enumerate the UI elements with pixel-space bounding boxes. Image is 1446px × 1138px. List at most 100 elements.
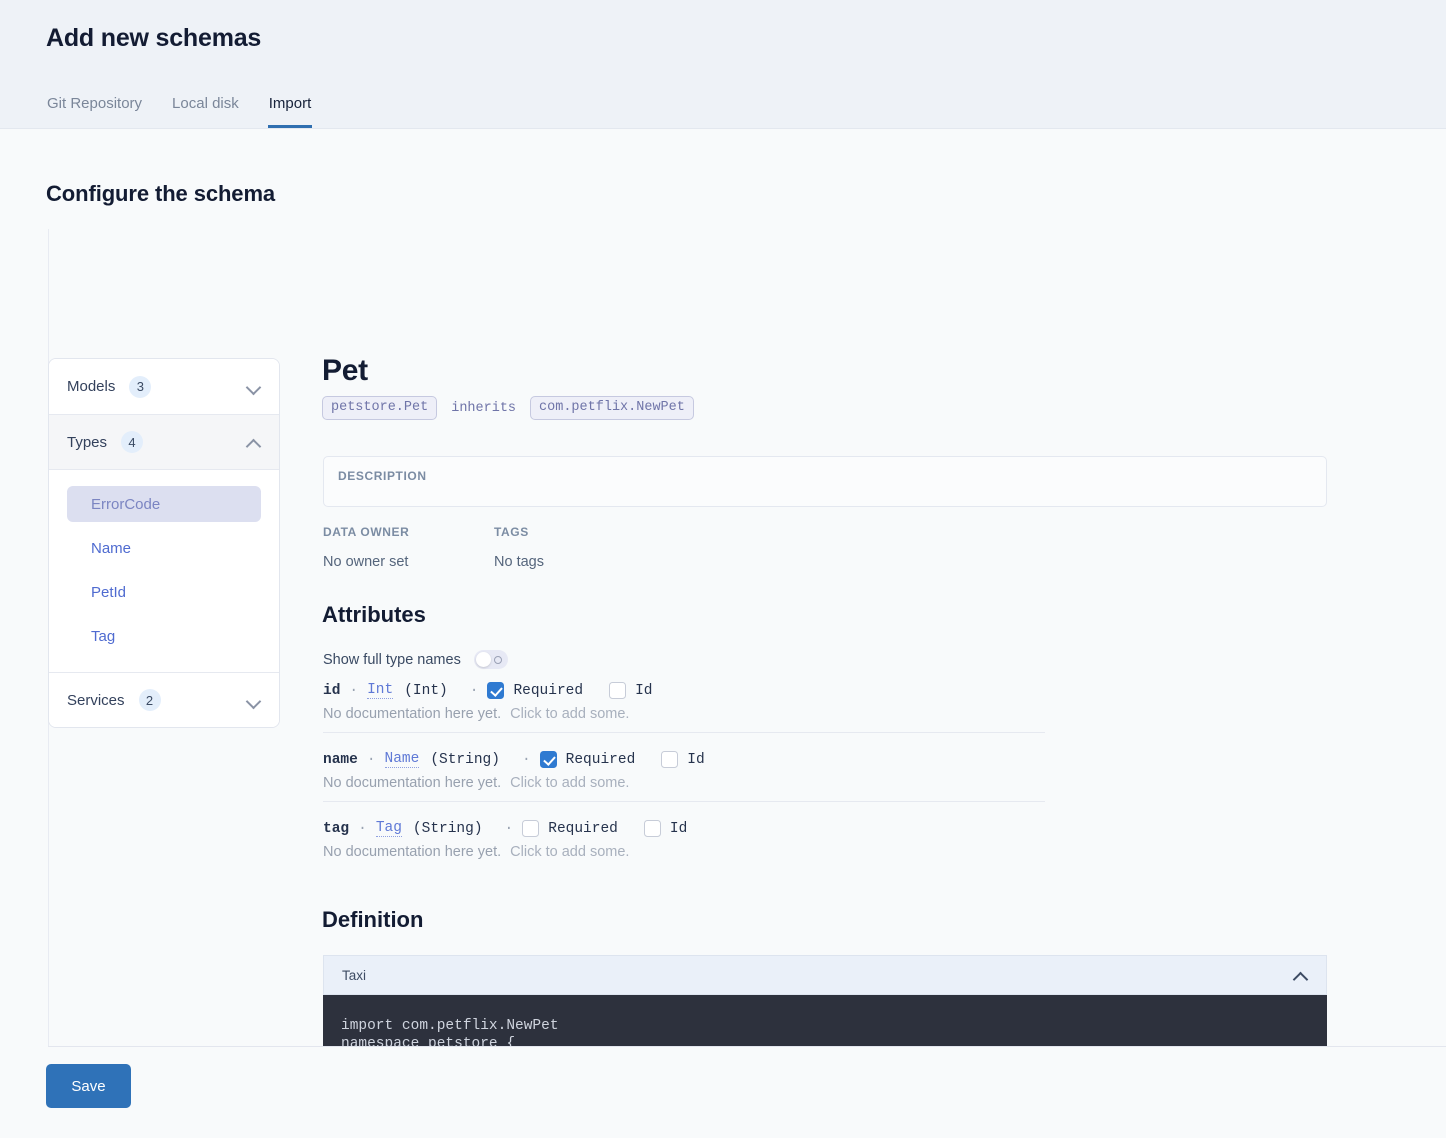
attribute-name: tag bbox=[323, 820, 350, 837]
sidebar-types-list: ErrorCode Name PetId Tag bbox=[49, 469, 279, 672]
attribute-name: id bbox=[323, 682, 341, 699]
definition-language-label: Taxi bbox=[342, 967, 367, 983]
inherits-label: inherits bbox=[451, 400, 517, 416]
footer-divider bbox=[48, 1046, 1446, 1047]
sidebar-item-label: Name bbox=[91, 539, 132, 557]
save-button[interactable]: Save bbox=[46, 1064, 131, 1108]
model-identity-row: petstore.Pet inherits com.petflix.NewPet bbox=[322, 396, 694, 420]
checkbox-unchecked-icon bbox=[522, 820, 540, 837]
attribute-type-link[interactable]: Tag bbox=[375, 820, 402, 837]
checkbox-unchecked-icon bbox=[609, 682, 627, 699]
toggle-off-icon bbox=[493, 655, 502, 664]
required-label: Required bbox=[565, 751, 636, 768]
id-label: Id bbox=[687, 751, 705, 768]
tab-local-disk[interactable]: Local disk bbox=[171, 95, 240, 128]
footer-bar: Save bbox=[0, 1046, 1446, 1138]
page-title: Add new schemas bbox=[46, 24, 262, 52]
doc-action: Click to add some. bbox=[510, 706, 630, 722]
sidebar-group-models[interactable]: Models 3 bbox=[49, 359, 279, 414]
data-owner-block: DATA OWNER No owner set bbox=[323, 525, 409, 570]
attribute-documentation-name[interactable]: No documentation here yet. Click to add … bbox=[323, 775, 1045, 791]
sidebar-group-models-label: Models bbox=[67, 378, 116, 395]
sidebar-group-models-count: 3 bbox=[129, 375, 152, 398]
separator-dot: · bbox=[349, 682, 359, 699]
sidebar-item-label: PetId bbox=[91, 583, 127, 601]
sidebar-group-types[interactable]: Types 4 bbox=[49, 414, 279, 469]
sidebar-group-types-count: 4 bbox=[121, 431, 144, 453]
tags-block: TAGS No tags bbox=[494, 525, 544, 570]
separator-dot: · bbox=[521, 751, 531, 768]
id-label: Id bbox=[669, 820, 688, 837]
sidebar-group-types-label: Types bbox=[67, 433, 108, 451]
section-title: Configure the schema bbox=[46, 181, 276, 206]
attribute-base-type: (String) bbox=[412, 820, 483, 837]
tags-value: No tags bbox=[494, 554, 544, 570]
sidebar-group-services[interactable]: Services 2 bbox=[49, 672, 279, 727]
id-checkbox-name[interactable]: Id bbox=[661, 751, 705, 768]
tab-import[interactable]: Import bbox=[267, 95, 313, 128]
required-label: Required bbox=[513, 682, 584, 699]
attribute-row-tag: tag · Tag (String) · Required Id No docu… bbox=[323, 801, 1045, 870]
show-full-type-names-row: Show full type names bbox=[323, 650, 508, 669]
show-full-type-names-toggle[interactable] bbox=[473, 650, 508, 669]
attribute-row-id: id · Int (Int) · Required Id No document… bbox=[323, 678, 1045, 732]
id-checkbox-tag[interactable]: Id bbox=[643, 820, 688, 837]
required-checkbox-name[interactable]: Required bbox=[539, 751, 636, 768]
chevron-down-icon bbox=[247, 382, 261, 391]
page-header: Add new schemas Git Repository Local dis… bbox=[0, 0, 1446, 129]
sidebar-item-petid[interactable]: PetId bbox=[67, 574, 261, 610]
show-full-type-names-label: Show full type names bbox=[323, 651, 461, 668]
inherited-type-chip[interactable]: com.petflix.NewPet bbox=[530, 396, 694, 420]
attributes-heading: Attributes bbox=[322, 602, 426, 627]
required-label: Required bbox=[548, 820, 618, 837]
tags-label: TAGS bbox=[494, 525, 529, 539]
sidebar-item-name[interactable]: Name bbox=[67, 530, 261, 566]
sidebar-group-services-label: Services bbox=[67, 691, 125, 709]
doc-placeholder: No documentation here yet. bbox=[323, 844, 502, 860]
attribute-type-link[interactable]: Name bbox=[384, 751, 420, 768]
attribute-base-type: (Int) bbox=[404, 682, 448, 699]
required-checkbox-id[interactable]: Required bbox=[487, 682, 583, 699]
id-checkbox-id[interactable]: Id bbox=[609, 682, 652, 699]
checkbox-checked-icon bbox=[539, 751, 557, 768]
model-name-heading: Pet bbox=[322, 354, 368, 387]
attribute-documentation-id[interactable]: No documentation here yet. Click to add … bbox=[323, 706, 1045, 722]
sidebar-group-services-count: 2 bbox=[138, 689, 161, 711]
tab-git-repository[interactable]: Git Repository bbox=[46, 95, 143, 128]
separator-dot: · bbox=[504, 820, 514, 837]
sidebar-item-tag[interactable]: Tag bbox=[67, 618, 261, 654]
required-checkbox-tag[interactable]: Required bbox=[522, 820, 618, 837]
definition-heading: Definition bbox=[322, 907, 424, 932]
checkbox-checked-icon bbox=[487, 682, 505, 699]
chevron-down-icon bbox=[247, 696, 261, 705]
body-area: Configure the schema Models 3 Types 4 Er… bbox=[0, 129, 1446, 1138]
sidebar-item-label: Tag bbox=[91, 627, 116, 645]
schema-sidebar: Models 3 Types 4 ErrorCode Name PetId Ta… bbox=[48, 358, 280, 728]
attribute-type-link[interactable]: Int bbox=[367, 682, 394, 699]
separator-dot: · bbox=[469, 682, 479, 699]
tab-bar: Git Repository Local disk Import bbox=[46, 95, 313, 128]
sidebar-item-label: ErrorCode bbox=[91, 495, 161, 513]
separator-dot: · bbox=[366, 751, 376, 768]
id-label: Id bbox=[635, 682, 653, 699]
attribute-base-type: (String) bbox=[430, 751, 500, 768]
attribute-documentation-tag[interactable]: No documentation here yet. Click to add … bbox=[323, 844, 1045, 860]
description-label: DESCRIPTION bbox=[338, 469, 427, 483]
data-owner-value: No owner set bbox=[323, 554, 409, 570]
chevron-up-icon bbox=[1294, 971, 1308, 980]
separator-dot: · bbox=[358, 820, 367, 837]
data-owner-label: DATA OWNER bbox=[323, 525, 410, 539]
sidebar-item-errorcode[interactable]: ErrorCode bbox=[67, 486, 261, 522]
checkbox-unchecked-icon bbox=[661, 751, 679, 768]
definition-accordion-header[interactable]: Taxi bbox=[323, 955, 1327, 995]
doc-action: Click to add some. bbox=[510, 844, 630, 860]
attribute-row-name: name · Name (String) · Required Id No do… bbox=[323, 732, 1045, 801]
chevron-up-icon bbox=[247, 438, 261, 447]
qualified-name-chip[interactable]: petstore.Pet bbox=[322, 396, 438, 420]
doc-placeholder: No documentation here yet. bbox=[323, 775, 502, 791]
attributes-list: id · Int (Int) · Required Id No document… bbox=[323, 678, 1045, 870]
attribute-name: name bbox=[323, 751, 358, 768]
description-box[interactable]: DESCRIPTION bbox=[323, 456, 1327, 507]
toggle-knob bbox=[475, 652, 491, 667]
checkbox-unchecked-icon bbox=[643, 820, 661, 837]
